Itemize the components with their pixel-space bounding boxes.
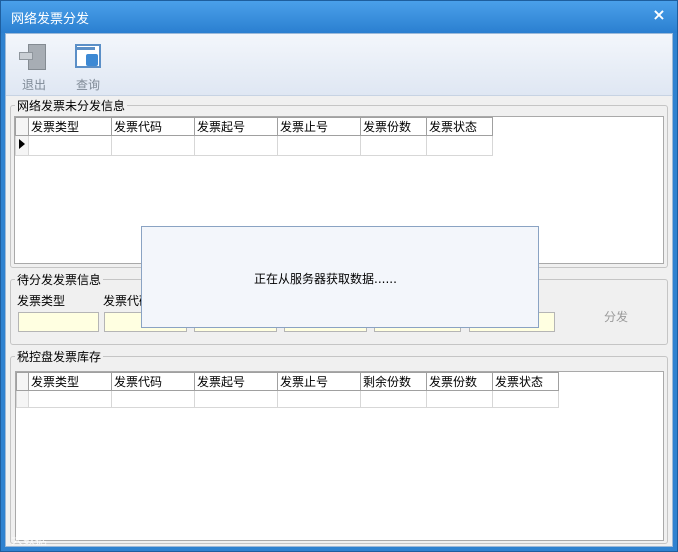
invoice-type-input[interactable] — [18, 312, 99, 332]
column-header[interactable]: 发票起号 — [194, 117, 278, 136]
unissued-grid-header: 发票类型 发票代码 发票起号 发票止号 发票份数 发票状态 — [15, 117, 493, 136]
table-cell[interactable] — [360, 135, 427, 156]
column-header[interactable]: 发票起号 — [194, 372, 278, 391]
inventory-group: 税控盘发票库存 发票类型 发票代码 发票起号 发票止号 剩余份数 发票份数 发票… — [10, 348, 668, 544]
column-header[interactable]: 发票代码 — [111, 117, 195, 136]
close-button[interactable]: × — [649, 5, 669, 25]
column-header[interactable]: 发票状态 — [426, 117, 493, 136]
row-pointer-icon — [19, 139, 25, 149]
row-header — [16, 390, 29, 408]
main-window: 网络发票分发 × 退出 查询 网络发票未分发信息 发票类型 发票代码 发票起号 … — [0, 0, 678, 552]
table-cell[interactable] — [426, 135, 493, 156]
invoice-type-label: 发票类型 — [17, 294, 66, 308]
column-header[interactable]: 发票份数 — [426, 372, 493, 391]
exit-label: 退出 — [21, 78, 46, 92]
distribute-button[interactable]: 分发 — [604, 308, 628, 325]
loading-message: 正在从服务器获取数据...... — [254, 272, 397, 286]
table-cell[interactable] — [492, 390, 559, 408]
inventory-group-title: 税控盘发票库存 — [15, 348, 104, 365]
column-header[interactable]: 发票状态 — [492, 372, 559, 391]
column-header[interactable]: 发票止号 — [277, 117, 361, 136]
watermark: 大数据 — [11, 533, 48, 547]
row-header-corner — [16, 372, 29, 391]
row-header-corner — [15, 117, 29, 136]
table-cell[interactable] — [28, 135, 112, 156]
title-bar[interactable]: 网络发票分发 × — [1, 1, 677, 33]
table-cell[interactable] — [360, 390, 427, 408]
table-cell[interactable] — [277, 135, 361, 156]
column-header[interactable]: 发票类型 — [28, 372, 112, 391]
query-button[interactable]: 查询 — [68, 42, 108, 93]
unissued-group-title: 网络发票未分发信息 — [15, 97, 128, 114]
query-label: 查询 — [75, 78, 100, 92]
loading-dialog: 正在从服务器获取数据...... — [141, 226, 539, 328]
window-title: 网络发票分发 — [11, 12, 90, 27]
table-cell[interactable] — [194, 135, 278, 156]
table-cell[interactable] — [111, 390, 195, 408]
table-cell[interactable] — [277, 390, 361, 408]
column-header[interactable]: 发票代码 — [111, 372, 195, 391]
current-row-indicator — [15, 135, 29, 156]
inventory-grid[interactable]: 发票类型 发票代码 发票起号 发票止号 剩余份数 发票份数 发票状态 — [15, 371, 664, 541]
column-header[interactable]: 发票类型 — [28, 117, 112, 136]
table-cell[interactable] — [194, 390, 278, 408]
table-row[interactable] — [15, 135, 493, 156]
column-header[interactable]: 发票止号 — [277, 372, 361, 391]
column-header[interactable]: 剩余份数 — [360, 372, 427, 391]
table-cell[interactable] — [111, 135, 195, 156]
query-icon — [73, 42, 103, 72]
inventory-grid-header: 发票类型 发票代码 发票起号 发票止号 剩余份数 发票份数 发票状态 — [16, 372, 559, 391]
column-header[interactable]: 发票份数 — [360, 117, 427, 136]
exit-button[interactable]: 退出 — [14, 42, 54, 93]
pending-group-title: 待分发发票信息 — [15, 271, 104, 288]
exit-icon — [19, 42, 49, 72]
toolbar: 退出 查询 — [6, 34, 672, 96]
table-cell[interactable] — [426, 390, 493, 408]
table-row[interactable] — [16, 390, 559, 408]
table-cell[interactable] — [28, 390, 112, 408]
